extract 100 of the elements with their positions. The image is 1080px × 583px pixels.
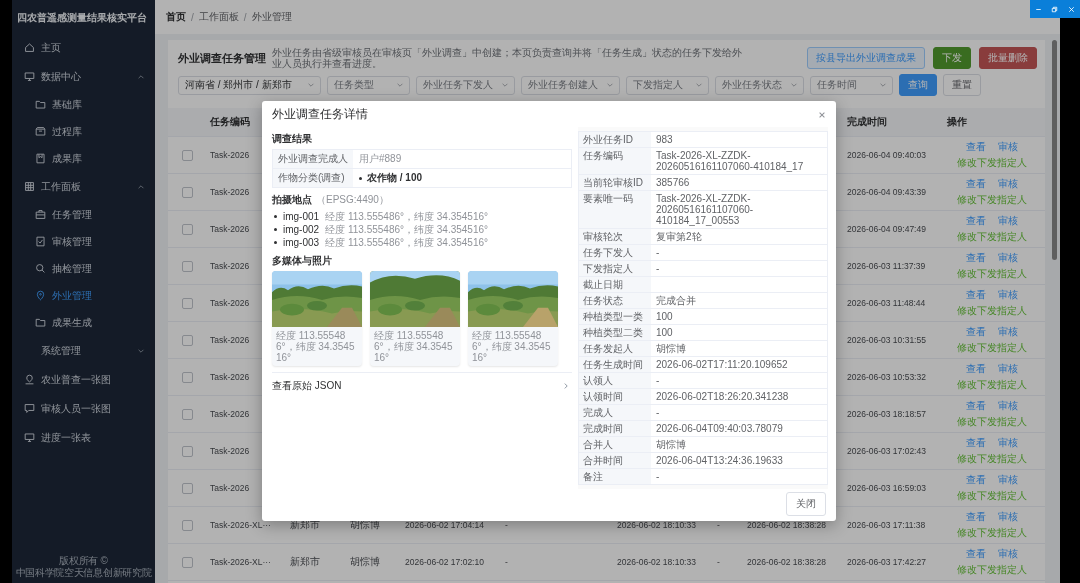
photo-card[interactable]: 经度 113.555486°，纬度 34.354516° <box>272 271 362 366</box>
menu-item[interactable]: 主页 <box>12 33 155 62</box>
search-button[interactable]: 查询 <box>899 74 937 96</box>
menu-item[interactable]: 审核人员一张图 <box>12 394 155 423</box>
location-pin-icon <box>35 290 46 301</box>
field-value: 983 <box>656 134 673 145</box>
menu-item[interactable]: 任务管理 <box>12 201 155 228</box>
action-link[interactable]: 审核 <box>997 510 1018 524</box>
row-checkbox[interactable] <box>181 445 193 457</box>
menu-group[interactable]: 工作面板 <box>12 172 155 201</box>
photo-card[interactable]: 经度 113.555486°，纬度 34.354516° <box>370 271 460 366</box>
filter-select[interactable]: 下发指定人 <box>626 75 709 95</box>
action-link[interactable]: 审核 <box>997 214 1018 228</box>
field-label: 任务编码 <box>579 148 651 174</box>
menu-item[interactable]: 审核管理 <box>12 228 155 255</box>
action-link[interactable]: 修改下发指定人 <box>956 267 1027 281</box>
action-link[interactable]: 修改下发指定人 <box>956 304 1027 318</box>
action-link[interactable]: 修改下发指定人 <box>956 378 1027 392</box>
row-checkbox[interactable] <box>181 260 193 272</box>
table-cell-text: 2026-06-03 10:31:55 <box>846 335 927 345</box>
menu-item[interactable]: 成果生成 <box>12 309 155 336</box>
reset-button[interactable]: 重置 <box>943 74 981 96</box>
action-link[interactable]: 查看 <box>965 436 986 450</box>
menu-item[interactable]: 抽检管理 <box>12 255 155 282</box>
action-link[interactable]: 审核 <box>997 325 1018 339</box>
row-checkbox[interactable] <box>181 556 193 568</box>
action-link[interactable]: 修改下发指定人 <box>956 156 1027 170</box>
action-link[interactable]: 查看 <box>965 288 986 302</box>
person-pin-icon <box>24 374 35 385</box>
action-link[interactable]: 查看 <box>965 547 986 561</box>
menu-item[interactable]: 基础库 <box>12 91 155 118</box>
filter-select[interactable]: 外业任务状态 <box>715 75 804 95</box>
row-checkbox[interactable] <box>181 482 193 494</box>
menu-group[interactable]: 系统管理 <box>12 336 155 365</box>
action-link[interactable]: 审核 <box>997 473 1018 487</box>
action-link[interactable]: 查看 <box>965 140 986 154</box>
row-checkbox[interactable] <box>181 408 193 420</box>
action-link[interactable]: 查看 <box>965 399 986 413</box>
app-title: 四农普遥感测量结果核实平台 <box>16 11 148 25</box>
photo-card[interactable]: 经度 113.555486°，纬度 34.354516° <box>468 271 558 366</box>
action-link[interactable]: 查看 <box>965 214 986 228</box>
action-link[interactable]: 查看 <box>965 510 986 524</box>
filter-select[interactable]: 任务时间 <box>810 75 893 95</box>
action-link[interactable]: 审核 <box>997 547 1018 561</box>
action-link[interactable]: 审核 <box>997 288 1018 302</box>
breadcrumb-link[interactable]: 首页 <box>166 10 186 24</box>
scrollbar[interactable] <box>1052 40 1057 260</box>
close-button[interactable]: 关闭 <box>786 492 826 516</box>
menu-item[interactable]: 过程库 <box>12 118 155 145</box>
action-link[interactable]: 审核 <box>997 177 1018 191</box>
breadcrumb-link[interactable]: 工作面板 <box>198 10 239 24</box>
bullet-icon <box>359 176 362 180</box>
action-link[interactable]: 查看 <box>965 251 986 265</box>
action-button[interactable]: 按县导出外业调查成果 <box>807 47 925 69</box>
menu-item[interactable]: 外业管理 <box>12 282 155 309</box>
table-cell-text: 2026-06-03 11:48:44 <box>846 298 927 308</box>
action-link[interactable]: 审核 <box>997 399 1018 413</box>
breadcrumb-link[interactable]: 外业管理 <box>251 10 292 24</box>
action-link[interactable]: 修改下发指定人 <box>956 193 1027 207</box>
monitor-icon <box>24 432 35 443</box>
close-icon[interactable] <box>818 110 826 119</box>
action-link[interactable]: 审核 <box>997 436 1018 450</box>
column-header: 任务编码 <box>209 115 251 129</box>
field-label: 合并时间 <box>579 453 651 468</box>
field-label: 作物分类(调查) <box>273 169 353 187</box>
action-link[interactable]: 修改下发指定人 <box>956 526 1027 540</box>
menu-group[interactable]: 数据中心 <box>12 62 155 91</box>
restore-icon[interactable] <box>1050 4 1060 14</box>
menu-item[interactable]: 农业普查一张图 <box>12 365 155 394</box>
raw-json-toggle[interactable]: 查看原始 JSON <box>272 372 572 393</box>
filter-select[interactable]: 河南省 / 郑州市 / 新郑市 <box>178 75 321 95</box>
action-link[interactable]: 修改下发指定人 <box>956 341 1027 355</box>
filter-select[interactable]: 外业任务创建人 <box>521 75 620 95</box>
action-link[interactable]: 修改下发指定人 <box>956 415 1027 429</box>
close-icon[interactable] <box>1067 4 1077 14</box>
action-link[interactable]: 审核 <box>997 140 1018 154</box>
action-link[interactable]: 查看 <box>965 473 986 487</box>
filter-select[interactable]: 任务类型 <box>327 75 410 95</box>
filter-select[interactable]: 外业任务下发人 <box>416 75 515 95</box>
table-cell-text: Task-2026 <box>209 335 251 345</box>
action-link[interactable]: 查看 <box>965 362 986 376</box>
action-link[interactable]: 修改下发指定人 <box>956 452 1027 466</box>
chevron-up-icon <box>137 182 145 191</box>
action-link[interactable]: 修改下发指定人 <box>956 489 1027 503</box>
row-checkbox[interactable] <box>181 223 193 235</box>
menu-item[interactable]: 成果库 <box>12 145 155 172</box>
table-cell-text: - <box>504 520 509 530</box>
row-checkbox[interactable] <box>181 334 193 346</box>
action-link[interactable]: 查看 <box>965 325 986 339</box>
row-checkbox[interactable] <box>181 149 193 161</box>
action-link[interactable]: 审核 <box>997 362 1018 376</box>
action-link[interactable]: 修改下发指定人 <box>956 230 1027 244</box>
row-checkbox[interactable] <box>181 519 193 531</box>
row-checkbox[interactable] <box>181 186 193 198</box>
row-checkbox[interactable] <box>181 371 193 383</box>
action-link[interactable]: 查看 <box>965 177 986 191</box>
menu-item[interactable]: 进度一张表 <box>12 423 155 452</box>
row-checkbox[interactable] <box>181 297 193 309</box>
action-link[interactable]: 修改下发指定人 <box>956 563 1027 577</box>
action-link[interactable]: 审核 <box>997 251 1018 265</box>
